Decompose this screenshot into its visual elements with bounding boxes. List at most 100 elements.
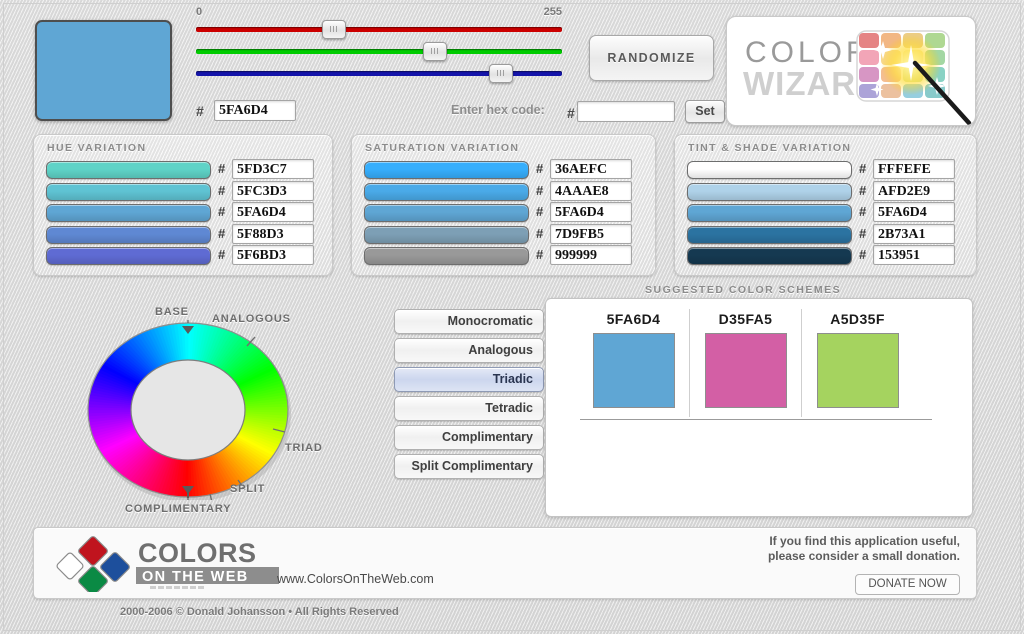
hue-hex-0[interactable]: 5FD3C7 bbox=[232, 159, 314, 179]
suggested-color-columns: 5FA6D4 D35FA5 A5D35F bbox=[578, 309, 968, 419]
hue-chip-3[interactable] bbox=[46, 225, 211, 244]
sat-hex-3[interactable]: 7D9FB5 bbox=[550, 223, 632, 244]
set-button[interactable]: Set bbox=[685, 100, 725, 123]
suggested-schemes-panel: 5FA6D4 D35FA5 A5D35F bbox=[545, 298, 973, 517]
hue-chip-1[interactable] bbox=[46, 182, 211, 201]
slider-knob-red[interactable] bbox=[321, 20, 346, 39]
randomize-button[interactable]: RANDOMIZE bbox=[589, 35, 714, 81]
copyright-text: 2000-2006 © Donald Johansson • All Right… bbox=[120, 606, 399, 618]
scheme-button-tetradic[interactable]: Tetradic bbox=[394, 396, 544, 421]
sat-chip-3[interactable] bbox=[364, 225, 529, 244]
wheel-label-triad: TRIAD bbox=[285, 442, 323, 454]
slider-knob-green[interactable] bbox=[423, 42, 448, 61]
sat-hex-0[interactable]: 36AEFC bbox=[550, 159, 632, 179]
tint-hash-3: # bbox=[859, 225, 867, 241]
tint-hash-2: # bbox=[859, 204, 867, 219]
suggested-swatch-2[interactable] bbox=[816, 333, 899, 408]
tint-chip-0[interactable] bbox=[687, 161, 852, 179]
tint-hash-1: # bbox=[859, 182, 867, 198]
hue-chip-4[interactable] bbox=[46, 247, 211, 265]
sat-hash-2: # bbox=[536, 204, 544, 219]
tint-chip-4[interactable] bbox=[687, 247, 852, 265]
footer-panel: COLORS ON THE WEB www.ColorsOnTheWeb.com… bbox=[33, 527, 977, 599]
slider-track-green[interactable] bbox=[196, 49, 562, 54]
color-wheel[interactable] bbox=[85, 320, 291, 500]
tint-hex-3[interactable]: 2B73A1 bbox=[873, 223, 955, 244]
wheel-label-analogous: ANALOGOUS bbox=[212, 313, 291, 325]
hue-hash-1: # bbox=[218, 182, 226, 198]
tint-hex-0[interactable]: FFFEFE bbox=[873, 159, 955, 179]
current-hex-value[interactable]: 5FA6D4 bbox=[214, 100, 296, 121]
sat-row-2: # 5FA6D4 bbox=[364, 202, 645, 226]
hex-row: # 5FA6D4 Enter hex code: # Set bbox=[196, 100, 725, 124]
wheel-label-base: BASE bbox=[155, 306, 189, 318]
tint-hash-4: # bbox=[859, 247, 867, 262]
hue-hex-2[interactable]: 5FA6D4 bbox=[232, 202, 314, 222]
slider-track-red[interactable] bbox=[196, 27, 562, 32]
suggested-swatch-0[interactable] bbox=[592, 333, 675, 408]
hue-chip-2[interactable] bbox=[46, 204, 211, 222]
tint-chip-1[interactable] bbox=[687, 182, 852, 201]
suggested-swatch-1[interactable] bbox=[704, 333, 787, 408]
sat-hex-1[interactable]: 4AAAE8 bbox=[550, 180, 632, 201]
sat-chip-2[interactable] bbox=[364, 204, 529, 222]
tint-chip-2[interactable] bbox=[687, 204, 852, 222]
slider-row-blue bbox=[196, 62, 562, 84]
tint-row-2: # 5FA6D4 bbox=[687, 202, 966, 226]
tint-hex-2[interactable]: 5FA6D4 bbox=[873, 202, 955, 222]
scheme-button-monocromatic[interactable]: Monocromatic bbox=[394, 309, 544, 334]
saturation-variation-title: SATURATION VARIATION bbox=[365, 142, 520, 154]
scheme-button-complimentary[interactable]: Complimentary bbox=[394, 425, 544, 450]
hue-hash-2: # bbox=[218, 204, 226, 219]
colors-on-the-web-logo: COLORS ON THE WEB bbox=[56, 536, 279, 592]
color-wizard-app: 0 255 # 5FA6D4 Enter hex code: # Set RAN… bbox=[0, 0, 1024, 634]
tint-chip-3[interactable] bbox=[687, 225, 852, 244]
hue-chip-0[interactable] bbox=[46, 161, 211, 179]
magic-wand-palette-icon bbox=[856, 30, 972, 125]
scheme-button-split-complimentary[interactable]: Split Complimentary bbox=[394, 454, 544, 479]
hue-hex-1[interactable]: 5FC3D3 bbox=[232, 180, 314, 201]
sat-row-0: # 36AEFC bbox=[364, 159, 645, 183]
sat-hash-3: # bbox=[536, 225, 544, 241]
hex-input[interactable] bbox=[577, 101, 675, 122]
tint-hex-1[interactable]: AFD2E9 bbox=[873, 180, 955, 201]
hue-row-3: # 5F88D3 bbox=[46, 223, 322, 248]
tint-shade-variation-title: TINT & SHADE VARIATION bbox=[688, 142, 852, 154]
hue-row-0: # 5FD3C7 bbox=[46, 159, 322, 183]
website-url[interactable]: www.ColorsOnTheWeb.com bbox=[277, 572, 434, 586]
sat-chip-4[interactable] bbox=[364, 247, 529, 265]
sat-hex-2[interactable]: 5FA6D4 bbox=[550, 202, 632, 222]
color-wheel-area: BASE ANALOGOUS TRIAD SPLIT COMPLIMENTARY bbox=[60, 300, 345, 525]
tint-hex-4[interactable]: 153951 bbox=[873, 245, 955, 265]
rgb-sliders: 0 255 bbox=[196, 6, 562, 96]
sat-hash-4: # bbox=[536, 247, 544, 262]
hue-row-1: # 5FC3D3 bbox=[46, 180, 322, 205]
hue-variation-title: HUE VARIATION bbox=[47, 142, 147, 154]
slider-row-green bbox=[196, 40, 562, 62]
scheme-button-analogous[interactable]: Analogous bbox=[394, 338, 544, 363]
donate-now-button[interactable]: DONATE NOW bbox=[855, 574, 960, 595]
donate-message: If you find this application useful, ple… bbox=[710, 534, 960, 564]
current-hex-hash: # bbox=[196, 103, 204, 119]
slider-knob-blue[interactable] bbox=[489, 64, 514, 83]
scheme-button-triadic[interactable]: Triadic bbox=[394, 367, 544, 392]
tint-shade-variation-panel: TINT & SHADE VARIATION # FFFEFE # AFD2E9… bbox=[674, 134, 977, 276]
hue-row-2: # 5FA6D4 bbox=[46, 202, 322, 226]
suggested-schemes-title: SUGGESTED COLOR SCHEMES bbox=[645, 284, 842, 296]
sat-hash-1: # bbox=[536, 182, 544, 198]
sat-chip-1[interactable] bbox=[364, 182, 529, 201]
hue-hex-4[interactable]: 5F6BD3 bbox=[232, 245, 314, 265]
slider-row-red bbox=[196, 18, 562, 40]
enter-hex-label: Enter hex code: bbox=[451, 103, 545, 117]
sat-row-3: # 7D9FB5 bbox=[364, 223, 645, 248]
hue-hex-3[interactable]: 5F88D3 bbox=[232, 223, 314, 244]
hue-variation-panel: HUE VARIATION # 5FD3C7 # 5FC3D3 # 5FA6D4… bbox=[33, 134, 333, 276]
tint-row-0: # FFFEFE bbox=[687, 159, 966, 183]
sat-chip-0[interactable] bbox=[364, 161, 529, 179]
suggested-label-2: A5D35F bbox=[830, 311, 885, 327]
suggested-label-1: D35FA5 bbox=[718, 311, 773, 327]
sat-hex-4[interactable]: 999999 bbox=[550, 245, 632, 265]
hue-hash-0: # bbox=[218, 161, 226, 176]
slider-min-label: 0 bbox=[196, 6, 203, 18]
suggested-color-0: 5FA6D4 bbox=[578, 309, 690, 417]
